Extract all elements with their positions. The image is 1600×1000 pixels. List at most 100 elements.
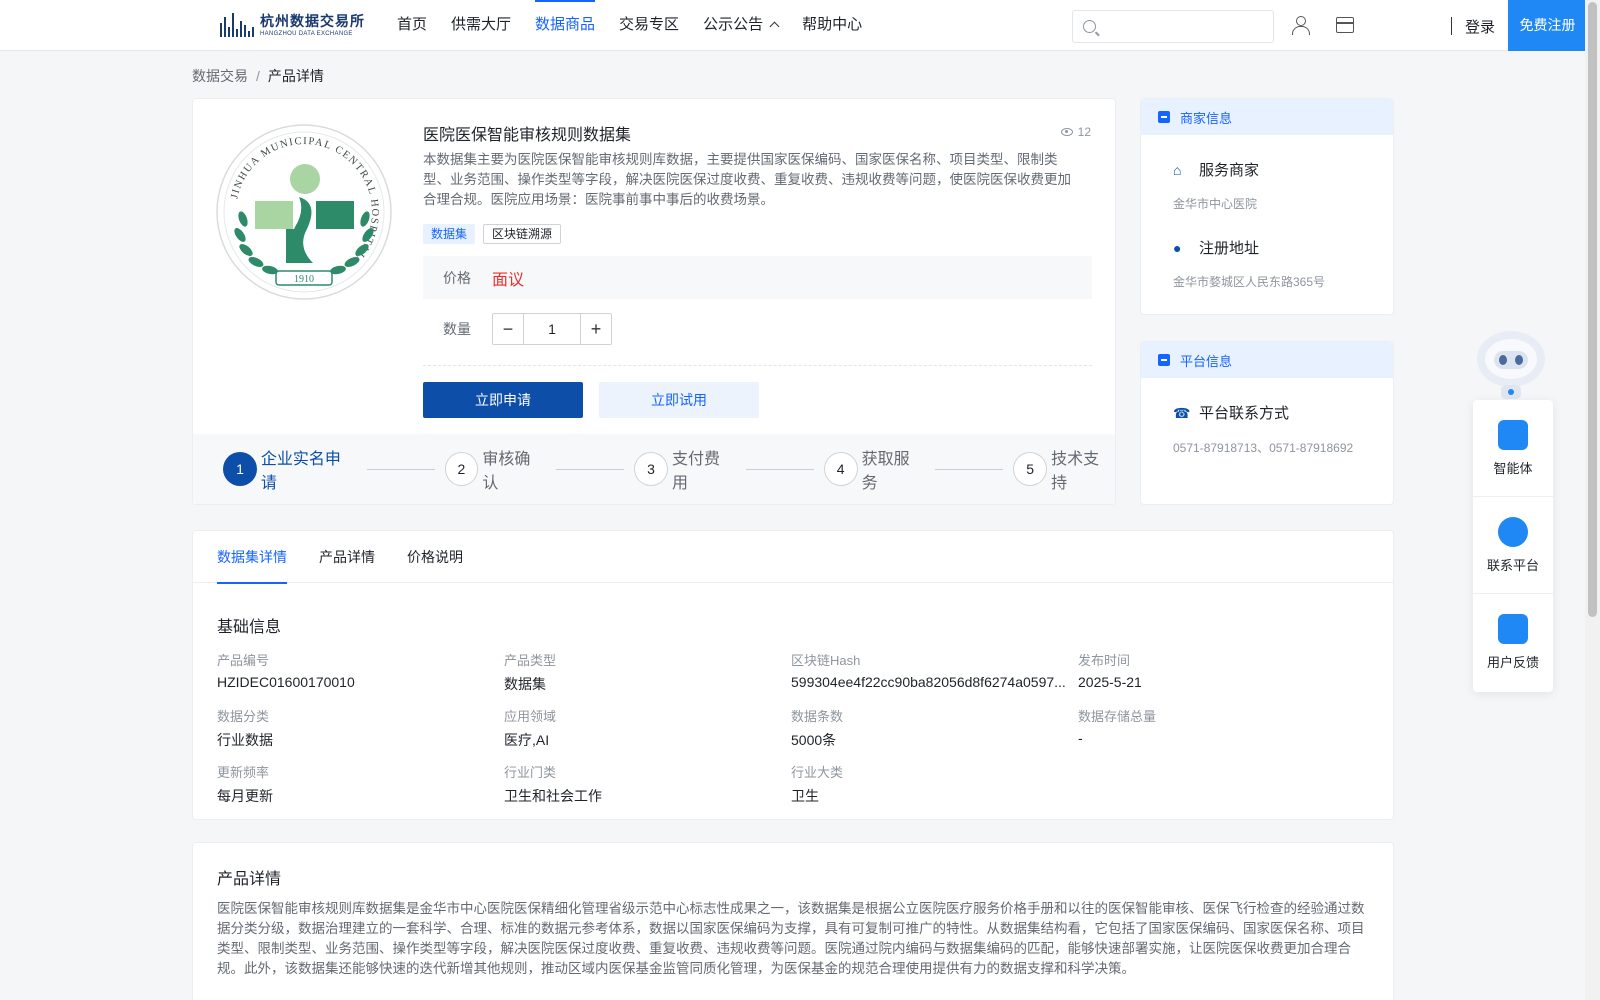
product-title: 医院医保智能审核规则数据集	[423, 127, 632, 144]
product-detail-card: 产品详情 医院医保智能审核规则库数据集是金华市中心医院医保精细化管理省级示范中心…	[192, 842, 1394, 1000]
info-value: HZIDEC01600170010	[217, 674, 355, 690]
nav-trade-zone[interactable]: 交易专区	[607, 0, 691, 51]
home-icon: ⌂	[1173, 161, 1182, 178]
product-description: 本数据集主要为医院医保智能审核规则库数据，主要提供国家医保编码、国家医保名称、项…	[423, 152, 1071, 207]
nav-help-center[interactable]: 帮助中心	[790, 0, 874, 51]
tag-dataset: 数据集	[423, 224, 476, 244]
logo-text-cn: 杭州数据交易所	[260, 12, 365, 29]
nav-home[interactable]: 首页	[385, 0, 439, 51]
merchant-info-title: 商家信息	[1180, 110, 1233, 126]
try-now-button[interactable]: 立即试用	[599, 382, 759, 418]
floating-service-panel: 智能体 联系平台 用户反馈	[1473, 400, 1553, 692]
quantity-decrease-button[interactable]: −	[493, 314, 524, 344]
process-steps: 1 企业实名申请 2 审核确认 3 支付费用 4 获取服务 5 技术支持	[193, 434, 1115, 504]
tab-dataset-details[interactable]: 数据集详情	[217, 531, 287, 584]
nav-announcements-label: 公示公告	[703, 16, 764, 33]
search-icon[interactable]	[1083, 20, 1096, 33]
site-logo[interactable]: 杭州数据交易所 HANGZHOU DATA EXCHANGE	[220, 10, 365, 40]
detail-tabs: 数据集详情 产品详情 价格说明	[193, 531, 1393, 584]
info-value: 每月更新	[217, 788, 273, 804]
step-label: 审核确认	[482, 451, 531, 492]
tab-price-description[interactable]: 价格说明	[407, 531, 463, 583]
platform-info-header: 平台信息	[1141, 342, 1393, 378]
calendar-icon	[1158, 111, 1170, 123]
merchant-info-header: 商家信息	[1141, 99, 1393, 135]
apply-now-button[interactable]: 立即申请	[423, 382, 583, 418]
user-icon[interactable]	[1291, 16, 1310, 35]
service-merchant-row: ⌂ 服务商家	[1173, 159, 1259, 180]
tab-product-details[interactable]: 产品详情	[319, 531, 375, 583]
scrollbar-thumb[interactable]	[1588, 2, 1597, 617]
info-label: 更新频率	[217, 765, 270, 780]
merchant-info-card: 商家信息 ⌂ 服务商家 金华市中心医院 ● 注册地址 金华市婺城区人民东路365号	[1140, 98, 1394, 315]
login-link[interactable]: 登录	[1465, 16, 1495, 37]
info-field: 发布时间 2025-5-21	[1078, 650, 1365, 692]
quantity-stepper: − 1 +	[492, 313, 612, 345]
dashed-divider	[423, 365, 1092, 366]
step-number: 5	[1013, 452, 1048, 486]
product-detail-title: 产品详情	[217, 871, 282, 888]
address-value: 金华市婺城区人民东路365号	[1173, 275, 1326, 289]
search-input[interactable]	[1103, 11, 1268, 42]
basic-info-grid: 产品编号 HZIDEC01600170010 产品类型 数据集 区块链Hash 599…	[217, 650, 1377, 804]
chevron-up-icon	[769, 21, 780, 32]
step-1: 1 企业实名申请	[223, 445, 357, 493]
page-scrollbar[interactable]	[1585, 0, 1600, 1000]
ai-agent-button[interactable]: 智能体	[1473, 400, 1553, 497]
quantity-label: 数量	[443, 321, 471, 337]
info-label: 行业门类	[504, 765, 557, 780]
step-number: 2	[444, 452, 479, 486]
step-connector	[745, 468, 814, 470]
breadcrumb: 数据交易 / 产品详情	[192, 66, 324, 86]
nav-data-products[interactable]: 数据商品	[523, 0, 607, 51]
search-box	[1072, 10, 1274, 43]
contact-platform-button[interactable]: 联系平台	[1473, 497, 1553, 594]
location-pin-icon: ●	[1173, 239, 1182, 256]
info-value: 行业数据	[217, 732, 273, 748]
quantity-increase-button[interactable]: +	[580, 314, 611, 344]
info-value: 2025-5-21	[1078, 674, 1142, 690]
header-divider	[1451, 17, 1452, 35]
info-field: 数据分类 行业数据	[217, 706, 504, 748]
contact-platform-label: 联系平台	[1486, 557, 1539, 573]
info-field: 应用领域 医疗,AI	[504, 706, 791, 748]
user-feedback-button[interactable]: 用户反馈	[1473, 594, 1553, 691]
tag-blockchain: 区块链溯源	[483, 224, 562, 244]
step-2: 2 审核确认	[444, 445, 547, 493]
view-count: 12	[1060, 125, 1091, 139]
platform-contact-row: ☎ 平台联系方式	[1173, 402, 1289, 423]
shop-icon[interactable]	[1336, 17, 1354, 33]
register-button[interactable]: 免费注册	[1508, 0, 1587, 51]
breadcrumb-root[interactable]: 数据交易	[192, 68, 248, 84]
info-label: 应用领域	[504, 709, 557, 724]
info-value: 卫生和社会工作	[504, 788, 602, 804]
logo-year: 1910	[294, 274, 314, 285]
step-number: 3	[634, 452, 668, 486]
info-label: 发布时间	[1078, 653, 1131, 668]
robot-assistant-icon[interactable]	[1472, 325, 1550, 403]
info-label: 行业大类	[791, 765, 844, 780]
info-value: 599304ee4f22cc90ba82056d8f6274a0597...	[791, 674, 1066, 690]
product-detail-text: 医院医保智能审核规则库数据集是金华市中心医院医保精细化管理省级示范中心标志性成果…	[217, 901, 1365, 976]
step-number: 1	[223, 452, 257, 486]
step-5: 5 技术支持	[1013, 445, 1115, 493]
ai-agent-label: 智能体	[1493, 460, 1533, 476]
quantity-input[interactable]: 1	[524, 314, 580, 344]
feedback-icon	[1498, 614, 1528, 644]
info-value: -	[1078, 730, 1083, 746]
info-field: 数据存储总量 -	[1078, 706, 1365, 748]
nav-announcements[interactable]: 公示公告	[691, 0, 790, 51]
info-label: 区块链Hash	[791, 653, 861, 668]
logo-mark-icon	[220, 13, 256, 37]
info-value: 5000条	[791, 732, 837, 748]
logo-text-en: HANGZHOU DATA EXCHANGE	[260, 30, 353, 37]
info-field: 更新频率 每月更新	[217, 762, 504, 804]
phone-icon: ☎	[1173, 404, 1191, 421]
nav-supply-demand[interactable]: 供需大厅	[439, 0, 523, 51]
step-connector	[935, 468, 1004, 470]
breadcrumb-separator: /	[256, 68, 260, 84]
top-navigation-bar: 杭州数据交易所 HANGZHOU DATA EXCHANGE 首页 供需大厅 数…	[0, 0, 1587, 51]
info-label: 数据存储总量	[1078, 709, 1157, 724]
platform-info-card: 平台信息 ☎ 平台联系方式 0571-87918713、0571-87918692	[1140, 341, 1394, 505]
user-feedback-label: 用户反馈	[1486, 655, 1539, 670]
